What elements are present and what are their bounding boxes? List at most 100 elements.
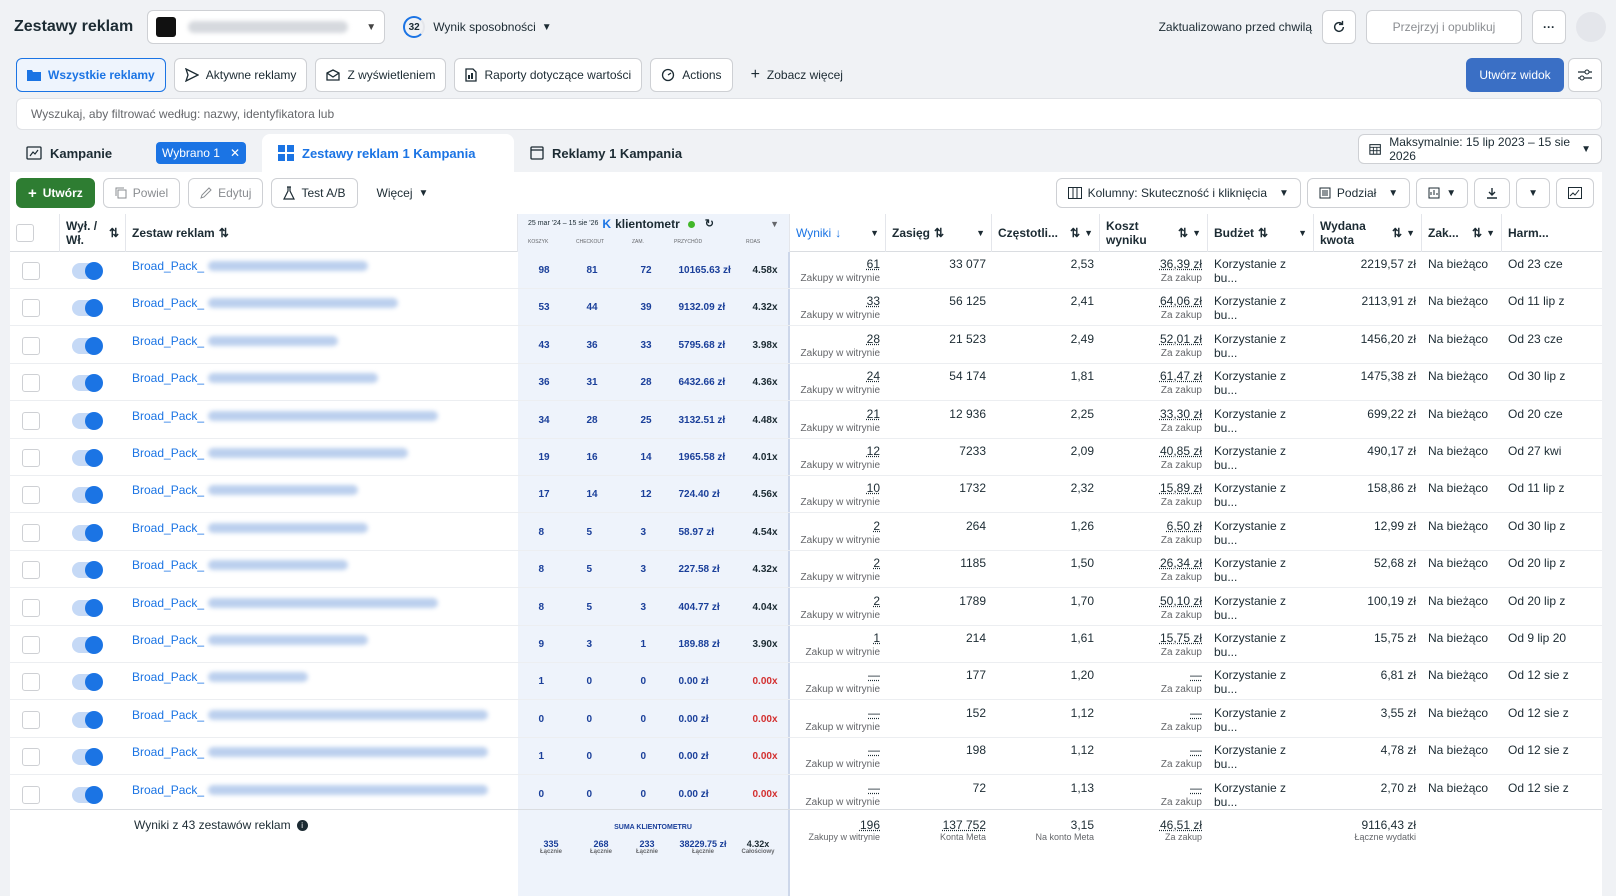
row-toggle[interactable] (72, 336, 103, 355)
row-checkbox[interactable] (22, 411, 40, 430)
table-row[interactable]: Broad_Pack_ 98 81 72 10165.63 zł 4.58x 61 Zakup… (10, 252, 1602, 289)
adset-name-link[interactable]: Broad_Pack_ (132, 296, 512, 310)
selected-filter-chip[interactable]: Wybrano 1 ✕ (156, 142, 246, 164)
row-checkbox[interactable] (22, 523, 40, 542)
duplicate-button[interactable]: Powiel (102, 178, 181, 208)
header-select-all[interactable] (10, 214, 60, 252)
row-checkbox[interactable] (22, 636, 40, 654)
chart-view-button[interactable] (1556, 178, 1594, 208)
tab-campaigns[interactable]: Kampanie Wybrano 1 ✕ (10, 134, 262, 172)
date-range-picker[interactable]: Maksymalnie: 15 lip 2023 – 15 sie 2026 ▼ (1358, 134, 1602, 164)
table-row[interactable]: Broad_Pack_ 9 3 1 189.88 zł 3.90x 1 Zakup w wit… (10, 626, 1602, 663)
adset-name-link[interactable]: Broad_Pack_ (132, 670, 512, 684)
adset-name-link[interactable]: Broad_Pack_ (132, 745, 512, 759)
header-cost-per-result[interactable]: Koszt wyniku ⇅ ▼ (1100, 214, 1208, 252)
ab-test-button[interactable]: Test A/B (271, 178, 358, 208)
row-checkbox[interactable] (22, 748, 40, 767)
header-adset[interactable]: Zestaw reklam ⇅ (126, 214, 518, 252)
breakdown-selector[interactable]: Podział ▼ (1306, 178, 1411, 208)
table-row[interactable]: Broad_Pack_ 1 0 0 0.00 zł 0.00x — Zakup w witry… (10, 663, 1602, 701)
account-selector[interactable]: ▼ (147, 10, 386, 44)
table-row[interactable]: Broad_Pack_ 8 5 3 404.77 zł 4.04x 2 Zakupy w wi… (10, 589, 1602, 626)
row-toggle[interactable] (72, 374, 103, 393)
row-checkbox[interactable] (22, 785, 40, 804)
export-options-button[interactable]: ▼ (1516, 178, 1550, 208)
more-options-button[interactable]: ··· (1532, 10, 1566, 44)
search-filter-input[interactable]: Wyszukaj, aby filtrować według: nazwy, i… (16, 98, 1602, 130)
view-with-impressions[interactable]: Z wyświetleniem (315, 58, 447, 92)
view-actions[interactable]: Actions (650, 58, 733, 92)
row-toggle[interactable] (72, 523, 103, 542)
header-end[interactable]: Zak... ⇅ ▼ (1422, 214, 1502, 252)
header-schedule[interactable]: Harm... (1502, 214, 1602, 252)
adset-name-link[interactable]: Broad_Pack_ (132, 558, 512, 572)
close-icon[interactable]: ✕ (230, 146, 240, 160)
header-results[interactable]: Wyniki ↓ ▼ (790, 214, 886, 252)
create-view-button[interactable]: Utwórz widok (1466, 58, 1564, 92)
chevron-down-icon[interactable]: ▼ (770, 217, 779, 231)
table-row[interactable]: Broad_Pack_ 53 44 39 9132.09 zł 4.32x 33 Zakupy… (10, 289, 1602, 327)
customize-views-button[interactable] (1568, 58, 1602, 92)
row-checkbox[interactable] (22, 710, 40, 729)
avatar[interactable] (1576, 12, 1606, 42)
tab-adsets[interactable]: Zestawy reklam 1 Kampania (262, 134, 514, 172)
row-toggle[interactable] (72, 561, 103, 580)
view-active-ads[interactable]: Aktywne reklamy (173, 58, 308, 92)
table-row[interactable]: Broad_Pack_ 17 14 12 724.40 zł 4.56x 10 Zakupy … (10, 476, 1602, 514)
review-publish-button[interactable]: Przejrzyj i opublikuj (1366, 10, 1522, 44)
table-row[interactable]: Broad_Pack_ 19 16 14 1965.58 zł 4.01x 12 Zakupy… (10, 439, 1602, 476)
create-button[interactable]: + Utwórz (16, 178, 95, 208)
columns-selector[interactable]: Kolumny: Skuteczność i kliknięcia ▼ (1055, 178, 1301, 208)
refresh-icon[interactable]: ↻ (705, 217, 714, 231)
row-toggle[interactable] (72, 411, 103, 430)
table-row[interactable]: Broad_Pack_ 8 5 3 58.97 zł 4.54x 2 Zakupy w wit… (10, 514, 1602, 551)
adset-name-link[interactable]: Broad_Pack_ (132, 596, 512, 610)
adset-name-link[interactable]: Broad_Pack_ (132, 633, 512, 647)
info-icon[interactable]: i (296, 819, 308, 831)
row-checkbox[interactable] (22, 262, 40, 280)
adset-name-link[interactable]: Broad_Pack_ (132, 371, 512, 385)
adset-name-link[interactable]: Broad_Pack_ (132, 783, 512, 797)
table-row[interactable]: Broad_Pack_ 0 0 0 0.00 zł 0.00x — Zakup w witry… (10, 701, 1602, 738)
row-toggle[interactable] (72, 299, 103, 318)
tab-ads[interactable]: Reklamy 1 Kampania (514, 134, 766, 172)
row-checkbox[interactable] (22, 673, 40, 692)
adset-name-link[interactable]: Broad_Pack_ (132, 334, 512, 348)
header-klientometr[interactable]: 25 mar '24 – 15 sie '26 K klientometr ↻ … (518, 214, 790, 252)
header-frequency[interactable]: Częstotli... ⇅ ▼ (992, 214, 1100, 252)
refresh-button[interactable] (1322, 10, 1356, 44)
row-checkbox[interactable] (22, 374, 40, 393)
row-checkbox[interactable] (22, 299, 40, 318)
header-onoff[interactable]: Wył. / Wł. ⇅ (60, 214, 126, 252)
more-actions-button[interactable]: Więcej ▼ (366, 178, 440, 208)
adset-name-link[interactable]: Broad_Pack_ (132, 409, 512, 423)
table-row[interactable]: Broad_Pack_ 34 28 25 3132.51 zł 4.48x 21 Zakupy… (10, 402, 1602, 439)
view-all-ads[interactable]: Wszystkie reklamy (16, 58, 166, 92)
row-toggle[interactable] (72, 486, 103, 505)
row-toggle[interactable] (72, 785, 103, 804)
adset-name-link[interactable]: Broad_Pack_ (132, 446, 512, 460)
header-budget[interactable]: Budżet ⇅ ▼ (1208, 214, 1314, 252)
table-row[interactable]: Broad_Pack_ 1 0 0 0.00 zł 0.00x — Zakup w witry… (10, 738, 1602, 776)
row-toggle[interactable] (72, 262, 103, 280)
row-checkbox[interactable] (22, 486, 40, 505)
row-toggle[interactable] (72, 598, 103, 617)
table-row[interactable]: Broad_Pack_ 36 31 28 6432.66 zł 4.36x 24 Zakupy… (10, 364, 1602, 402)
edit-button[interactable]: Edytuj (188, 178, 264, 208)
row-checkbox[interactable] (22, 336, 40, 355)
view-value-reports[interactable]: Raporty dotyczące wartości (454, 58, 643, 92)
table-row[interactable]: Broad_Pack_ 0 0 0 0.00 zł 0.00x — Zakup w witry… (10, 776, 1602, 813)
select-all-checkbox[interactable] (16, 224, 34, 242)
row-toggle[interactable] (72, 673, 103, 692)
row-checkbox[interactable] (22, 449, 40, 467)
adset-name-link[interactable]: Broad_Pack_ (132, 259, 512, 273)
header-reach[interactable]: Zasięg ⇅ ▼ (886, 214, 992, 252)
row-toggle[interactable] (72, 748, 103, 767)
header-amount-spent[interactable]: Wydana kwota ⇅ ▼ (1314, 214, 1422, 252)
row-checkbox[interactable] (22, 561, 40, 580)
reports-button[interactable]: ▼ (1416, 178, 1469, 208)
adset-name-link[interactable]: Broad_Pack_ (132, 521, 512, 535)
row-toggle[interactable] (72, 710, 103, 729)
adset-name-link[interactable]: Broad_Pack_ (132, 483, 512, 497)
opportunity-score[interactable]: 32 Wynik sposobności ▼ (403, 16, 552, 38)
